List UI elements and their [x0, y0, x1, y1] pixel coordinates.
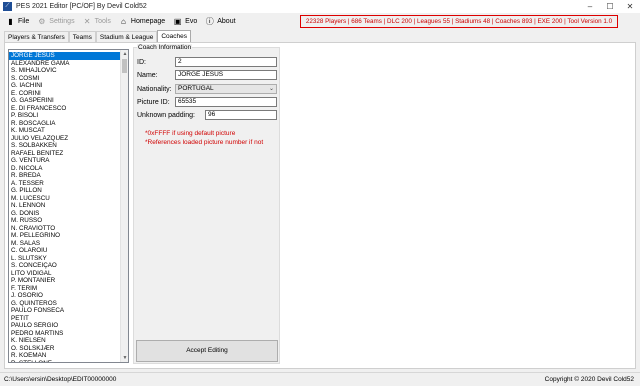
database-info-bar: 22328 Players | 686 Teams | DLC 200 | Le…: [300, 15, 618, 28]
menu-homepage[interactable]: ⌂ Homepage: [119, 13, 165, 29]
list-item[interactable]: R. KOEMAN: [9, 352, 122, 360]
evo-icon: ▣: [173, 16, 182, 26]
coach-info-group: [133, 47, 280, 364]
list-item[interactable]: E. CORINI: [9, 90, 122, 98]
menu-label: Homepage: [130, 17, 166, 25]
list-item[interactable]: PETIT: [9, 315, 122, 323]
list-item[interactable]: R. BOSCAGLIA: [9, 120, 122, 128]
list-item[interactable]: C. OLĂROIU: [9, 247, 122, 255]
menu-label: Settings: [49, 17, 75, 25]
list-item[interactable]: P. BISOLI: [9, 112, 122, 120]
list-item[interactable]: D. NICOLA: [9, 165, 122, 173]
note-references-picture: *References loaded picture number if not: [145, 139, 264, 146]
chevron-down-icon: ⌄: [268, 86, 274, 92]
nationality-value: PORTUGAL: [178, 85, 214, 92]
menu-label: File: [18, 17, 30, 25]
tab-stadium-league[interactable]: Stadium & League: [95, 31, 158, 42]
list-item[interactable]: JULIO VELÁZQUEZ: [9, 135, 122, 143]
list-item[interactable]: JORGE JESUS: [9, 52, 122, 60]
list-item[interactable]: G. DONIS: [9, 210, 122, 218]
title-bar: ⟋ PES 2021 Editor [PC/OF] By Devil Cold5…: [0, 0, 640, 13]
tab-coaches[interactable]: Coaches: [157, 30, 192, 42]
list-item[interactable]: M. LUCESCU: [9, 195, 122, 203]
coach-list-items: JORGE JESUS ALEXANDRE GAMA S. MIHAJLOVIĆ S.…: [9, 52, 122, 363]
list-item[interactable]: P. MONTANIER: [9, 277, 122, 285]
list-item[interactable]: N. LENNON: [9, 202, 122, 210]
menu-label: About: [217, 17, 236, 25]
list-item[interactable]: M. SALAS: [9, 240, 122, 248]
scroll-down-icon[interactable]: ▼: [121, 354, 128, 362]
list-item[interactable]: K. MUSCAT: [9, 127, 122, 135]
window-title: PES 2021 Editor [PC/OF] By Devil Cold52: [16, 3, 147, 10]
nationality-select[interactable]: PORTUGAL ⌄: [175, 84, 277, 94]
list-item[interactable]: RAFAEL BENÍTEZ: [9, 150, 122, 158]
file-icon: ▮: [8, 16, 13, 26]
list-item[interactable]: S. MIHAJLOVIĆ: [9, 67, 122, 75]
list-item[interactable]: N. CRAVIOTTO: [9, 225, 122, 233]
status-path: C:\Users\ersin\Desktop\EDIT00000000: [4, 376, 117, 383]
unknown-padding-field[interactable]: 96: [205, 110, 277, 120]
id-field[interactable]: 2: [175, 57, 277, 67]
list-item[interactable]: PAULO FONSECA: [9, 307, 122, 315]
picture-id-label: Picture ID:: [137, 99, 170, 106]
id-label: ID:: [137, 59, 146, 66]
info-icon: ⓘ: [205, 16, 214, 26]
list-item[interactable]: O. SOLSKJÆR: [9, 345, 122, 353]
status-copyright: Copyright © 2020 Devil Cold52: [544, 376, 634, 383]
list-item[interactable]: PAULO SÉRGIO: [9, 322, 122, 330]
wrench-icon: ✕: [83, 16, 91, 26]
menu-evo[interactable]: ▣ Evo: [173, 13, 197, 29]
picture-id-field[interactable]: 65535: [175, 97, 277, 107]
list-item[interactable]: K. NIELSEN: [9, 337, 122, 345]
note-default-picture: *0xFFFF if using default picture: [145, 130, 236, 137]
list-item[interactable]: R. BREDA: [9, 172, 122, 180]
window-controls: – ☐ ✕: [580, 0, 640, 13]
gear-icon: ⚙: [38, 16, 46, 26]
tab-strip: Players & Transfers Teams Stadium & League…: [4, 30, 192, 42]
name-label: Name:: [137, 72, 158, 79]
scroll-up-icon[interactable]: ▲: [121, 50, 128, 58]
list-item[interactable]: L. SLUTSKY: [9, 255, 122, 263]
minimize-button[interactable]: –: [580, 0, 600, 13]
list-item[interactable]: LITO VIDIGAL: [9, 270, 122, 278]
coach-listbox[interactable]: JORGE JESUS ALEXANDRE GAMA S. MIHAJLOVIĆ S.…: [8, 49, 129, 363]
menu-label: Evo: [185, 17, 198, 25]
list-item[interactable]: ALEXANDRE GAMA: [9, 60, 122, 68]
app-icon: ⟋: [3, 2, 12, 11]
maximize-button[interactable]: ☐: [600, 0, 620, 13]
coach-info-legend: Coach Information: [137, 44, 193, 51]
menu-label: Tools: [94, 17, 111, 25]
unknown-padding-label: Unknown padding:: [137, 112, 195, 119]
list-item[interactable]: PEDRO MARTINS: [9, 330, 122, 338]
menu-settings[interactable]: ⚙ Settings: [37, 13, 74, 29]
nationality-label: Nationality:: [137, 86, 172, 93]
list-item[interactable]: M. PELLEGRINO: [9, 232, 122, 240]
list-item[interactable]: G. QUINTEROS: [9, 300, 122, 308]
list-item[interactable]: G. PILLON: [9, 187, 122, 195]
list-item[interactable]: S. COSMI: [9, 75, 122, 83]
menu-about[interactable]: ⓘ About: [205, 13, 236, 29]
list-item[interactable]: J. OSORIO: [9, 292, 122, 300]
list-item[interactable]: G. VENTURA: [9, 157, 122, 165]
list-item[interactable]: F. TERIM: [9, 285, 122, 293]
list-scrollbar[interactable]: ▲ ▼: [120, 50, 128, 362]
list-item[interactable]: G. IACHINI: [9, 82, 122, 90]
list-item[interactable]: M. RUSSO: [9, 217, 122, 225]
status-bar: C:\Users\ersin\Desktop\EDIT00000000 Copy…: [0, 372, 640, 386]
tab-teams[interactable]: Teams: [68, 31, 96, 42]
home-icon: ⌂: [121, 16, 126, 26]
menu-tools[interactable]: ✕ Tools: [83, 13, 111, 29]
tab-players-transfers[interactable]: Players & Transfers: [4, 31, 69, 42]
accept-editing-button[interactable]: Accept Editing: [136, 340, 278, 362]
close-button[interactable]: ✕: [620, 0, 640, 13]
menu-file[interactable]: ▮ File: [6, 13, 29, 29]
list-item[interactable]: E. DI FRANCESCO: [9, 105, 122, 113]
list-item[interactable]: A. TESSER: [9, 180, 122, 188]
name-field[interactable]: JORGE JESUS: [175, 70, 277, 80]
scroll-thumb[interactable]: [122, 59, 127, 73]
list-item[interactable]: G. GASPERINI: [9, 97, 122, 105]
list-item[interactable]: R. STELLONE: [9, 360, 122, 363]
list-item[interactable]: S. SOLBAKKEN: [9, 142, 122, 150]
list-item[interactable]: S. CONCEIÇÃO: [9, 262, 122, 270]
